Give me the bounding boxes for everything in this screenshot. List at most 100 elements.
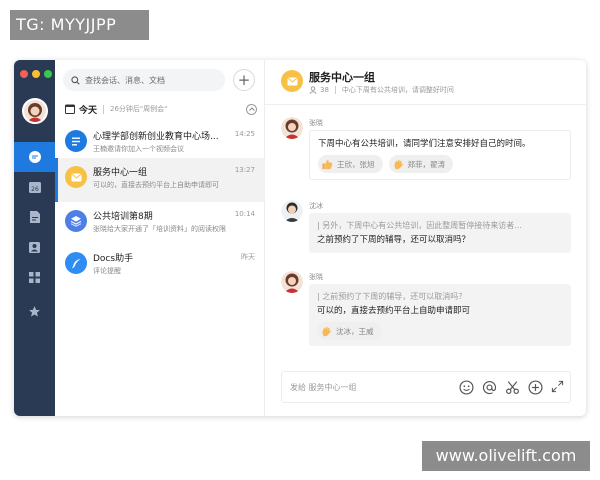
nav-calendar-button[interactable]: 26 [14,172,55,202]
sender-name: 张晓 [309,273,323,281]
nav-rail: 26 [14,60,55,416]
sender-avatar[interactable] [281,200,303,222]
sender-avatar[interactable] [281,271,303,293]
group-avatar [281,70,303,92]
emoji-icon[interactable] [459,380,474,395]
search-placeholder: 查找会话、消息、文档 [85,75,165,85]
feather-icon [71,258,80,268]
minimize-window-button[interactable] [32,70,40,78]
search-input[interactable]: 查找会话、消息、文档 [63,69,225,91]
member-count[interactable]: 38 [320,86,329,94]
add-button[interactable]: + [233,69,255,91]
wave-icon [393,155,404,174]
today-calendar-icon [65,104,75,114]
member-icon [309,86,317,94]
expand-icon[interactable] [551,380,564,393]
chat-subtitle: 38 中心下周有公共培训，请调整好时间 [309,85,454,95]
watermark-top: TG: MYYJJPP [10,10,149,40]
watermark-bottom: www.olivelift.com [422,441,590,471]
chat-pane: 服务中心一组 38 中心下周有公共培训，请调整好时间 张晓 下周中心有公共培训，… [265,60,586,416]
conversation-time: 14:25 [234,130,255,138]
conversation-item-selected[interactable]: 服务中心一组 13:27 可以的，直接去预约平台上自助申请即可 [55,158,265,202]
conversation-preview: 评论提醒 [93,267,121,275]
conversation-item[interactable]: 公共培训第8期 10:14 张晓给大家开通了「培训资料」的阅读权限 [55,202,265,246]
message-bubble[interactable]: | 另外，下周中心有公共培训，因此整周暂停接待来访者... 之前预约了下周的辅导… [309,213,571,253]
doc-lines-icon [72,137,80,145]
chat-icon [28,151,41,163]
apps-grid-icon [29,271,40,283]
quoted-message[interactable]: | 另外，下周中心有公共培训，因此整周暂停接待来访者... [317,219,563,233]
reaction-users: 郑菲，翟涛 [407,159,446,169]
conversation-preview: 可以的，直接去预约平台上自助申请即可 [93,181,219,189]
avatar-portrait-icon [27,103,43,122]
quoted-message[interactable]: | 之前预约了下周的辅导，还可以取消吗？ [317,290,563,304]
conversation-time: 13:27 [234,166,255,174]
reaction-chip[interactable]: 王欣，张旭 [318,155,383,173]
mention-icon[interactable] [482,380,497,395]
plus-circle-icon[interactable] [528,380,543,395]
header-divider [265,104,586,105]
close-window-button[interactable] [20,70,28,78]
message-text: 可以的，直接去预约平台上自助申请即可 [317,306,471,316]
window-controls [20,70,52,78]
conversation-time: 10:14 [234,210,255,218]
star-icon [29,305,40,317]
upcoming-meeting-note: 26分钟后"周例会" [110,105,168,113]
thumbs-up-icon [322,155,333,174]
sender-avatar[interactable] [281,117,303,139]
conversation-avatar [65,130,87,152]
message-text: 下周中心有公共培训，请同学们注意安排好自己的时间。 [318,139,531,149]
today-label: 今天 [79,105,98,116]
conversation-title: Docs助手 [93,254,134,264]
nav-apps-button[interactable] [14,262,55,292]
message-input[interactable]: 发给 服务中心一组 [281,371,571,403]
sender-name: 张晓 [309,119,323,127]
chat-title: 服务中心一组 [309,71,375,84]
conversation-list-pane: 查找会话、消息、文档 + 今天 26分钟后"周例会" 心理学部创新创业教育中心场… [55,60,265,416]
avatar-portrait-icon [281,117,303,139]
conversation-avatar [65,210,87,232]
reaction-chip[interactable]: 郑菲，翟涛 [388,155,453,174]
collapse-today-button[interactable] [246,103,257,115]
reaction-users: 沈冰，王威 [336,326,374,336]
conversation-title: 公共培训第8期 [93,212,153,222]
conversation-item[interactable]: Docs助手 昨天 评论提醒 [55,244,265,288]
conversation-title: 服务中心一组 [93,168,148,178]
clap-icon [321,322,332,341]
conversation-preview: 张晓给大家开通了「培训资料」的阅读权限 [93,225,226,233]
subtitle-separator [334,86,336,94]
chevron-up-icon [248,107,255,111]
app-window: 26 查找会话、消息、文档 + 今天 26分钟后"周例会" 心理学部创新创业教育… [14,60,586,416]
conversation-title: 心理学部创新创业教育中心场... [93,132,219,142]
envelope-icon [70,173,82,181]
conversation-time: 昨天 [241,253,255,261]
today-separator [103,104,105,114]
reactions-row: 沈冰，王威 [317,322,563,340]
document-icon [29,211,40,223]
reaction-chip[interactable]: 沈冰，王威 [317,322,382,340]
svg-text:26: 26 [31,186,39,193]
user-avatar[interactable] [22,98,48,124]
nav-messages-button[interactable] [14,142,55,172]
conversation-preview: 王楠邀请你加入一个视频会议 [93,145,184,153]
reaction-users: 王欣，张旭 [337,159,375,169]
message-input-placeholder: 发给 服务中心一组 [290,382,357,392]
scissors-icon[interactable] [505,380,520,395]
nav-contacts-button[interactable] [14,232,55,262]
reactions-row: 王欣，张旭 郑菲，翟涛 [318,155,562,173]
envelope-icon [286,77,298,85]
sender-name: 沈冰 [309,202,323,210]
message-bubble[interactable]: 下周中心有公共培训，请同学们注意安排好自己的时间。 王欣，张旭 郑菲，翟涛 [309,130,571,180]
conversation-avatar [65,252,87,274]
nav-favorites-button[interactable] [14,296,55,326]
layers-icon [70,216,82,227]
message-bubble[interactable]: | 之前预约了下周的辅导，还可以取消吗？ 可以的，直接去预约平台上自助申请即可 … [309,284,571,346]
calendar-icon: 26 [28,182,41,193]
contacts-icon [29,241,40,253]
composer-toolbar [459,380,564,395]
search-icon [71,75,80,85]
group-announcement[interactable]: 中心下周有公共培训，请调整好时间 [342,85,454,95]
avatar-portrait-icon [281,200,303,222]
nav-docs-button[interactable] [14,202,55,232]
maximize-window-button[interactable] [44,70,52,78]
